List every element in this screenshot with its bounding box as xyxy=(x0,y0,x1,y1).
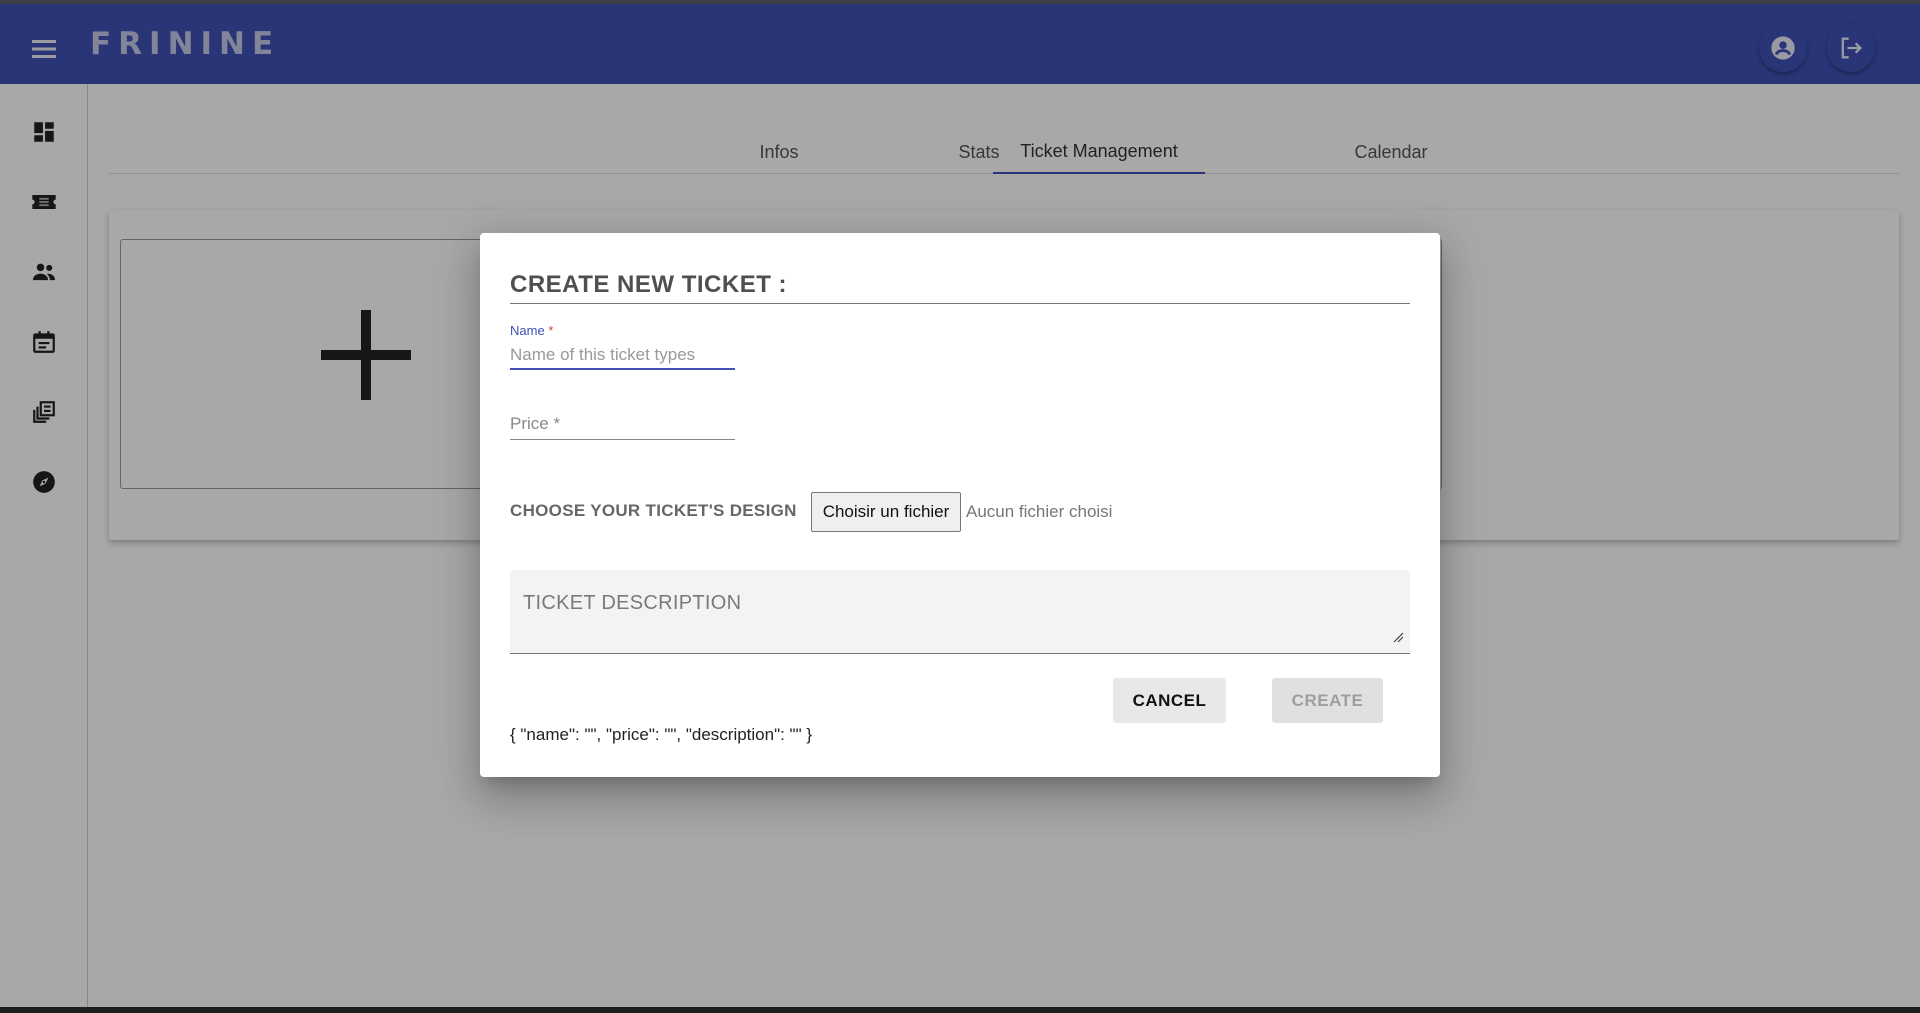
name-field-label: Name * xyxy=(510,323,553,338)
price-field[interactable]: Price * xyxy=(510,410,735,440)
dialog-title: CREATE NEW TICKET : xyxy=(510,271,1410,304)
cancel-button[interactable]: CANCEL xyxy=(1113,678,1226,723)
resize-grip-icon[interactable] xyxy=(1392,631,1404,643)
create-ticket-dialog: CREATE NEW TICKET : Name * Price * CHOOS… xyxy=(480,233,1440,777)
form-state-output: { "name": "", "price": "", "description"… xyxy=(510,725,813,744)
required-mark: * xyxy=(548,323,554,338)
create-button[interactable]: CREATE xyxy=(1272,678,1383,723)
design-label: CHOOSE YOUR TICKET'S DESIGN xyxy=(510,501,797,520)
file-status: Aucun fichier choisi xyxy=(966,502,1113,521)
price-placeholder: Price * xyxy=(510,414,561,433)
description-placeholder: TICKET DESCRIPTION xyxy=(523,592,742,614)
choose-file-button[interactable]: Choisir un fichier xyxy=(811,492,961,532)
bottom-edge xyxy=(0,1007,1920,1013)
description-textarea[interactable]: TICKET DESCRIPTION xyxy=(510,570,1410,654)
name-label-text: Name xyxy=(510,323,545,338)
name-input[interactable] xyxy=(510,342,735,370)
